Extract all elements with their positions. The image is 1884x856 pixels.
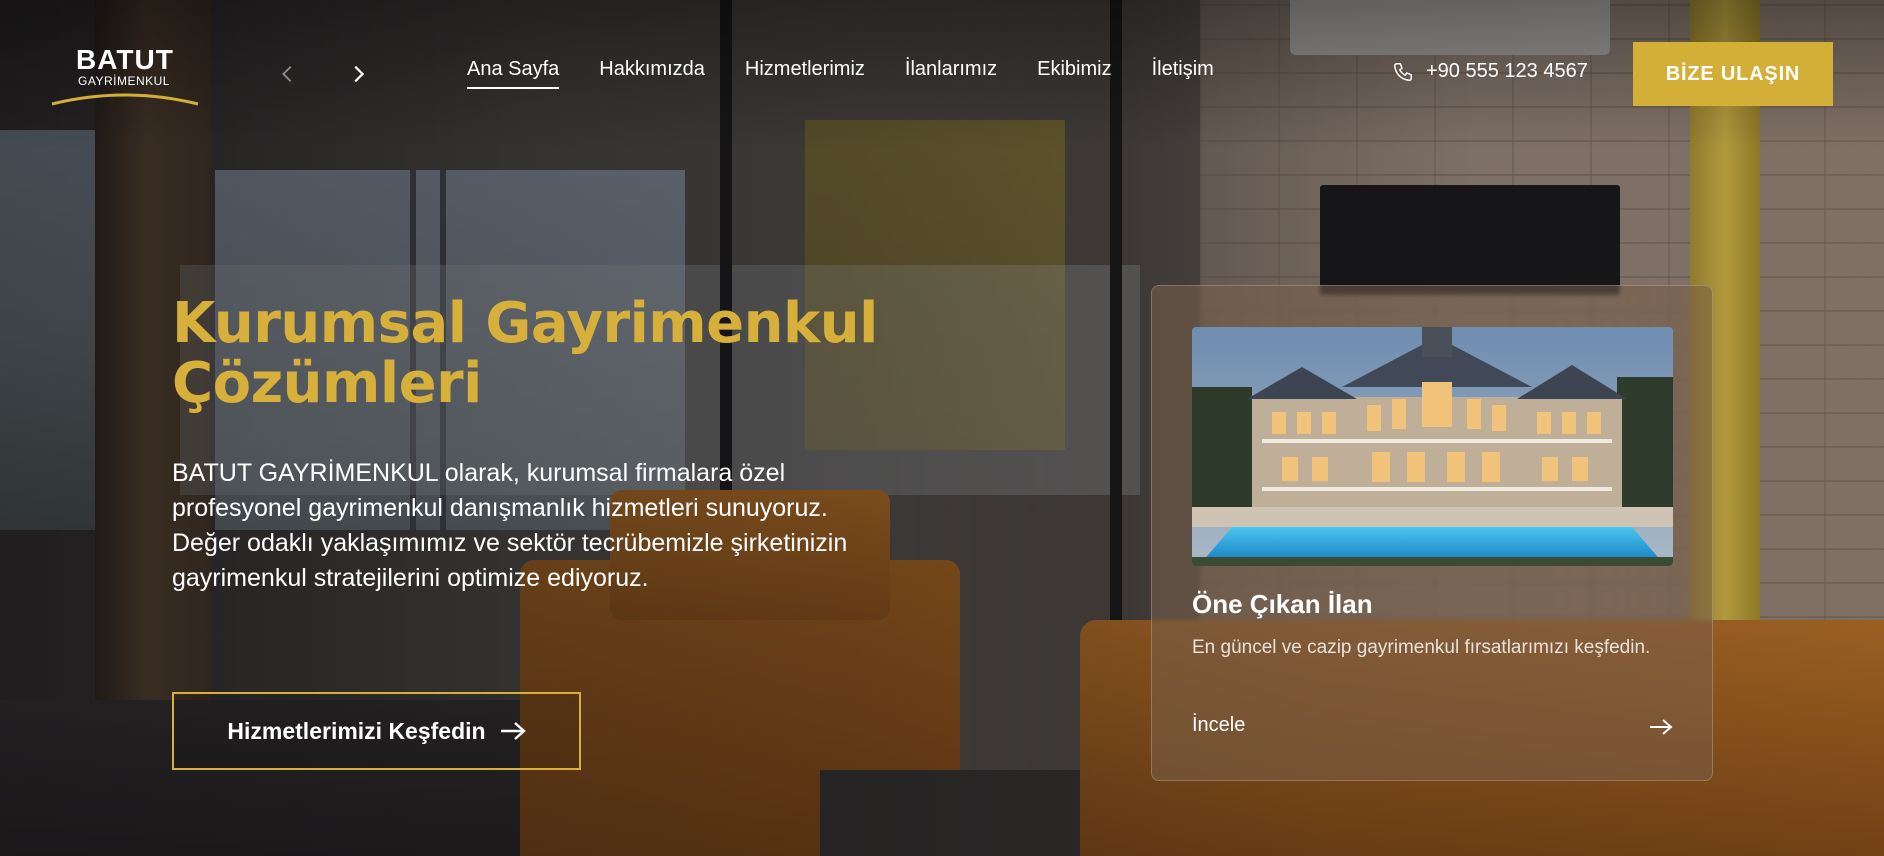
hero-title: Kurumsal Gayrimenkul Çözümleri	[172, 291, 878, 416]
phone-number: +90 555 123 4567	[1426, 60, 1588, 82]
logo-wordmark: BATUT	[76, 44, 174, 75]
contact-us-button[interactable]: BİZE ULAŞIN	[1633, 42, 1833, 106]
featured-listing-title: Öne Çıkan İlan	[1192, 589, 1373, 619]
featured-listing-card: Öne Çıkan İlan En güncel ve cazip gayrim…	[1151, 285, 1713, 781]
chevron-right-icon[interactable]	[340, 56, 376, 92]
arrow-right-icon[interactable]	[1649, 718, 1673, 736]
featured-listing-text: En güncel ve cazip gayrimenkul fırsatlar…	[1192, 637, 1651, 658]
nav-item-hakkimizda[interactable]: Hakkımızda	[599, 58, 705, 89]
main-nav: Ana Sayfa Hakkımızda Hizmetlerimiz İlanl…	[467, 58, 1254, 89]
chevron-left-icon[interactable]	[270, 56, 306, 92]
nav-item-ekibimiz[interactable]: Ekibimiz	[1037, 58, 1111, 89]
nav-item-hizmetlerimiz[interactable]: Hizmetlerimiz	[745, 58, 865, 89]
brand-logo[interactable]: BATUT GAYRİMENKUL	[50, 44, 200, 106]
mansion-image	[1192, 327, 1673, 566]
logo-swoosh-icon	[51, 93, 199, 106]
nav-item-iletisim[interactable]: İletişim	[1152, 58, 1214, 89]
view-listing-link[interactable]: İncele	[1192, 714, 1245, 737]
explore-services-label: Hizmetlerimizi Keşfedin	[227, 717, 486, 744]
phone-icon	[1394, 62, 1412, 81]
hero-description: BATUT GAYRİMENKUL olarak, kurumsal firma…	[172, 459, 848, 592]
nav-item-ilanlarimiz[interactable]: İlanlarımız	[905, 58, 997, 89]
nav-item-ana-sayfa[interactable]: Ana Sayfa	[467, 58, 560, 89]
site-header: BATUT GAYRİMENKUL Ana Sayfa Hakkımızda H…	[0, 0, 1884, 150]
phone-contact[interactable]: +90 555 123 4567	[1392, 60, 1588, 83]
explore-services-button[interactable]: Hizmetlerimizi Keşfedin	[172, 692, 581, 770]
featured-listing-image[interactable]	[1192, 327, 1673, 566]
arrow-right-icon	[500, 722, 526, 740]
